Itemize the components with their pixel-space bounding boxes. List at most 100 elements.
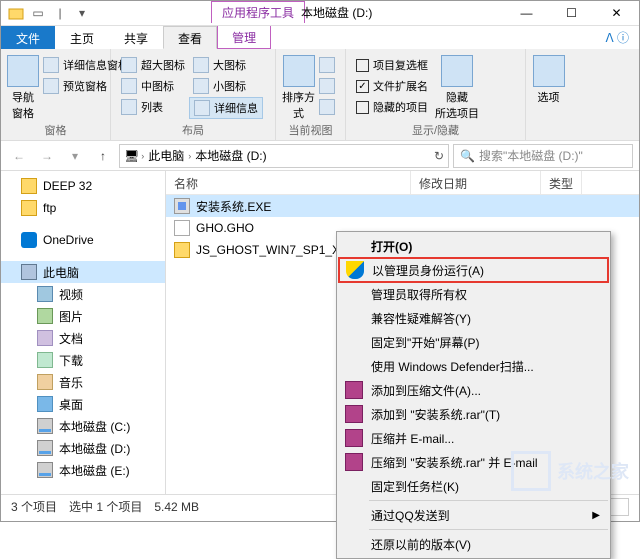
ctx-add-archive[interactable]: 添加到压缩文件(A)...	[339, 378, 608, 402]
ctx-zip-email[interactable]: 压缩并 E-mail...	[339, 426, 608, 450]
exe-icon	[174, 198, 190, 214]
breadcrumb[interactable]: 🖥 › 此电脑 › 本地磁盘 (D:) ↻	[119, 144, 449, 168]
ribbon-tabs: 文件 主页 共享 查看 管理 ᐱ ⓘ	[1, 26, 639, 49]
status-count: 3 个项目	[11, 498, 57, 515]
gho-icon	[174, 220, 190, 236]
tree-thispc[interactable]: 此电脑	[1, 261, 165, 283]
tree-music[interactable]: 音乐	[1, 371, 165, 393]
ctx-compat-troubleshoot[interactable]: 兼容性疑难解答(Y)	[339, 306, 608, 330]
tree-drive-e[interactable]: 本地磁盘 (E:)	[1, 459, 165, 481]
winrar-icon	[345, 429, 363, 447]
context-menu: 打开(O) 以管理员身份运行(A) 管理员取得所有权 兼容性疑难解答(Y) 固定…	[336, 231, 611, 559]
sizecol-button[interactable]	[315, 97, 339, 117]
group-label-panes: 窗格	[1, 122, 110, 138]
crumb-pc[interactable]: 此电脑	[146, 147, 186, 164]
ctx-pin-taskbar[interactable]: 固定到任务栏(K)	[339, 474, 608, 498]
search-icon: 🔍	[460, 149, 475, 163]
tree-onedrive[interactable]: OneDrive	[1, 229, 165, 251]
layout-small[interactable]: 小图标	[189, 76, 263, 96]
tab-home[interactable]: 主页	[55, 26, 109, 49]
tab-share[interactable]: 共享	[109, 26, 163, 49]
tree-ftp[interactable]: ftp	[1, 197, 165, 219]
search-box[interactable]: 🔍 搜索"本地磁盘 (D:)"	[453, 144, 633, 168]
tree-videos[interactable]: 视频	[1, 283, 165, 305]
layout-details[interactable]: 详细信息	[189, 97, 263, 119]
contextual-tab-label: 应用程序工具	[211, 1, 305, 23]
column-headers: 名称 修改日期 类型	[166, 171, 639, 195]
ribbon: 导航窗格 详细信息窗格 预览窗格 窗格 超大图标 中图标 列表 大图标 小图标 …	[1, 49, 639, 141]
tab-file[interactable]: 文件	[1, 26, 55, 49]
tab-view[interactable]: 查看	[163, 26, 217, 49]
props-icon[interactable]: ▭	[29, 4, 47, 22]
ctx-add-rar[interactable]: 添加到 "安装系统.rar"(T)	[339, 402, 608, 426]
nav-pane-icon	[7, 55, 39, 87]
folder-icon	[174, 242, 190, 258]
tree-pictures[interactable]: 图片	[1, 305, 165, 327]
window-title: 本地磁盘 (D:)	[301, 4, 372, 21]
ctx-qq-send[interactable]: 通过QQ发送到▶	[339, 503, 608, 527]
ctx-open[interactable]: 打开(O)	[339, 234, 608, 258]
addcol-button[interactable]	[315, 76, 339, 96]
ribbon-help-icon[interactable]: ᐱ ⓘ	[595, 26, 639, 49]
ctx-take-ownership[interactable]: 管理员取得所有权	[339, 282, 608, 306]
col-name[interactable]: 名称	[166, 171, 411, 194]
file-item-exe[interactable]: 安装系统.EXE	[166, 195, 639, 217]
folder-icon[interactable]	[7, 4, 25, 22]
qat-divider: |	[51, 4, 69, 22]
refresh-icon[interactable]: ↻	[434, 149, 444, 163]
tree-desktop[interactable]: 桌面	[1, 393, 165, 415]
tree-deep32[interactable]: DEEP 32	[1, 175, 165, 197]
layout-medium[interactable]: 中图标	[117, 76, 189, 96]
file-ext-toggle[interactable]: 文件扩展名	[352, 76, 432, 96]
sort-by-button[interactable]: 排序方式	[282, 51, 315, 121]
col-modified[interactable]: 修改日期	[411, 171, 541, 194]
title-bar: ▭ | ▾ 应用程序工具 本地磁盘 (D:) — ☐ ✕	[1, 1, 639, 26]
ctx-pin-start[interactable]: 固定到"开始"屏幕(P)	[339, 330, 608, 354]
sort-icon	[283, 55, 315, 87]
hide-selected-button[interactable]: 隐藏 所选项目	[432, 51, 482, 121]
minimize-button[interactable]: —	[504, 1, 549, 26]
shield-icon	[346, 261, 364, 279]
menu-separator	[369, 500, 608, 501]
hide-icon	[441, 55, 473, 87]
winrar-icon	[345, 405, 363, 423]
navigation-tree: DEEP 32 ftp OneDrive 此电脑 视频 图片 文档 下载 音乐 …	[1, 171, 166, 494]
tree-drive-d[interactable]: 本地磁盘 (D:)	[1, 437, 165, 459]
options-button[interactable]: 选项	[532, 51, 565, 105]
tree-drive-c[interactable]: 本地磁盘 (C:)	[1, 415, 165, 437]
item-checkboxes-toggle[interactable]: 项目复选框	[352, 55, 432, 75]
qat-dropdown-icon[interactable]: ▾	[73, 4, 91, 22]
nav-pane-button[interactable]: 导航窗格	[7, 51, 39, 121]
up-button[interactable]: ↑	[91, 144, 115, 168]
close-button[interactable]: ✕	[594, 1, 639, 26]
pc-icon: 🖥	[124, 149, 139, 163]
status-size: 5.42 MB	[154, 500, 199, 514]
ctx-zip-rar-email[interactable]: 压缩到 "安装系统.rar" 并 E-mail	[339, 450, 608, 474]
address-bar: ← → ▾ ↑ 🖥 › 此电脑 › 本地磁盘 (D:) ↻ 🔍 搜索"本地磁盘 …	[1, 141, 639, 171]
col-type[interactable]: 类型	[541, 171, 582, 194]
winrar-icon	[345, 453, 363, 471]
hidden-items-toggle[interactable]: 隐藏的项目	[352, 97, 432, 117]
tree-documents[interactable]: 文档	[1, 327, 165, 349]
tree-downloads[interactable]: 下载	[1, 349, 165, 371]
ctx-defender-scan[interactable]: 使用 Windows Defender扫描...	[339, 354, 608, 378]
layout-large[interactable]: 大图标	[189, 55, 263, 75]
layout-xlarge[interactable]: 超大图标	[117, 55, 189, 75]
groupby-button[interactable]	[315, 55, 339, 75]
menu-separator	[369, 529, 608, 530]
forward-button[interactable]: →	[35, 144, 59, 168]
search-placeholder: 搜索"本地磁盘 (D:)"	[479, 147, 583, 164]
group-label-current: 当前视图	[276, 122, 345, 138]
ctx-run-as-admin[interactable]: 以管理员身份运行(A)	[338, 257, 609, 283]
group-label-layout: 布局	[111, 122, 275, 138]
options-icon	[533, 55, 565, 87]
ctx-restore-prev[interactable]: 还原以前的版本(V)	[339, 532, 608, 556]
group-label-showhide: 显示/隐藏	[346, 122, 525, 138]
back-button[interactable]: ←	[7, 144, 31, 168]
status-selected: 选中 1 个项目	[69, 498, 142, 515]
recent-button[interactable]: ▾	[63, 144, 87, 168]
layout-list[interactable]: 列表	[117, 97, 189, 117]
crumb-drive[interactable]: 本地磁盘 (D:)	[193, 147, 268, 164]
tab-manage[interactable]: 管理	[217, 26, 271, 49]
maximize-button[interactable]: ☐	[549, 1, 594, 26]
